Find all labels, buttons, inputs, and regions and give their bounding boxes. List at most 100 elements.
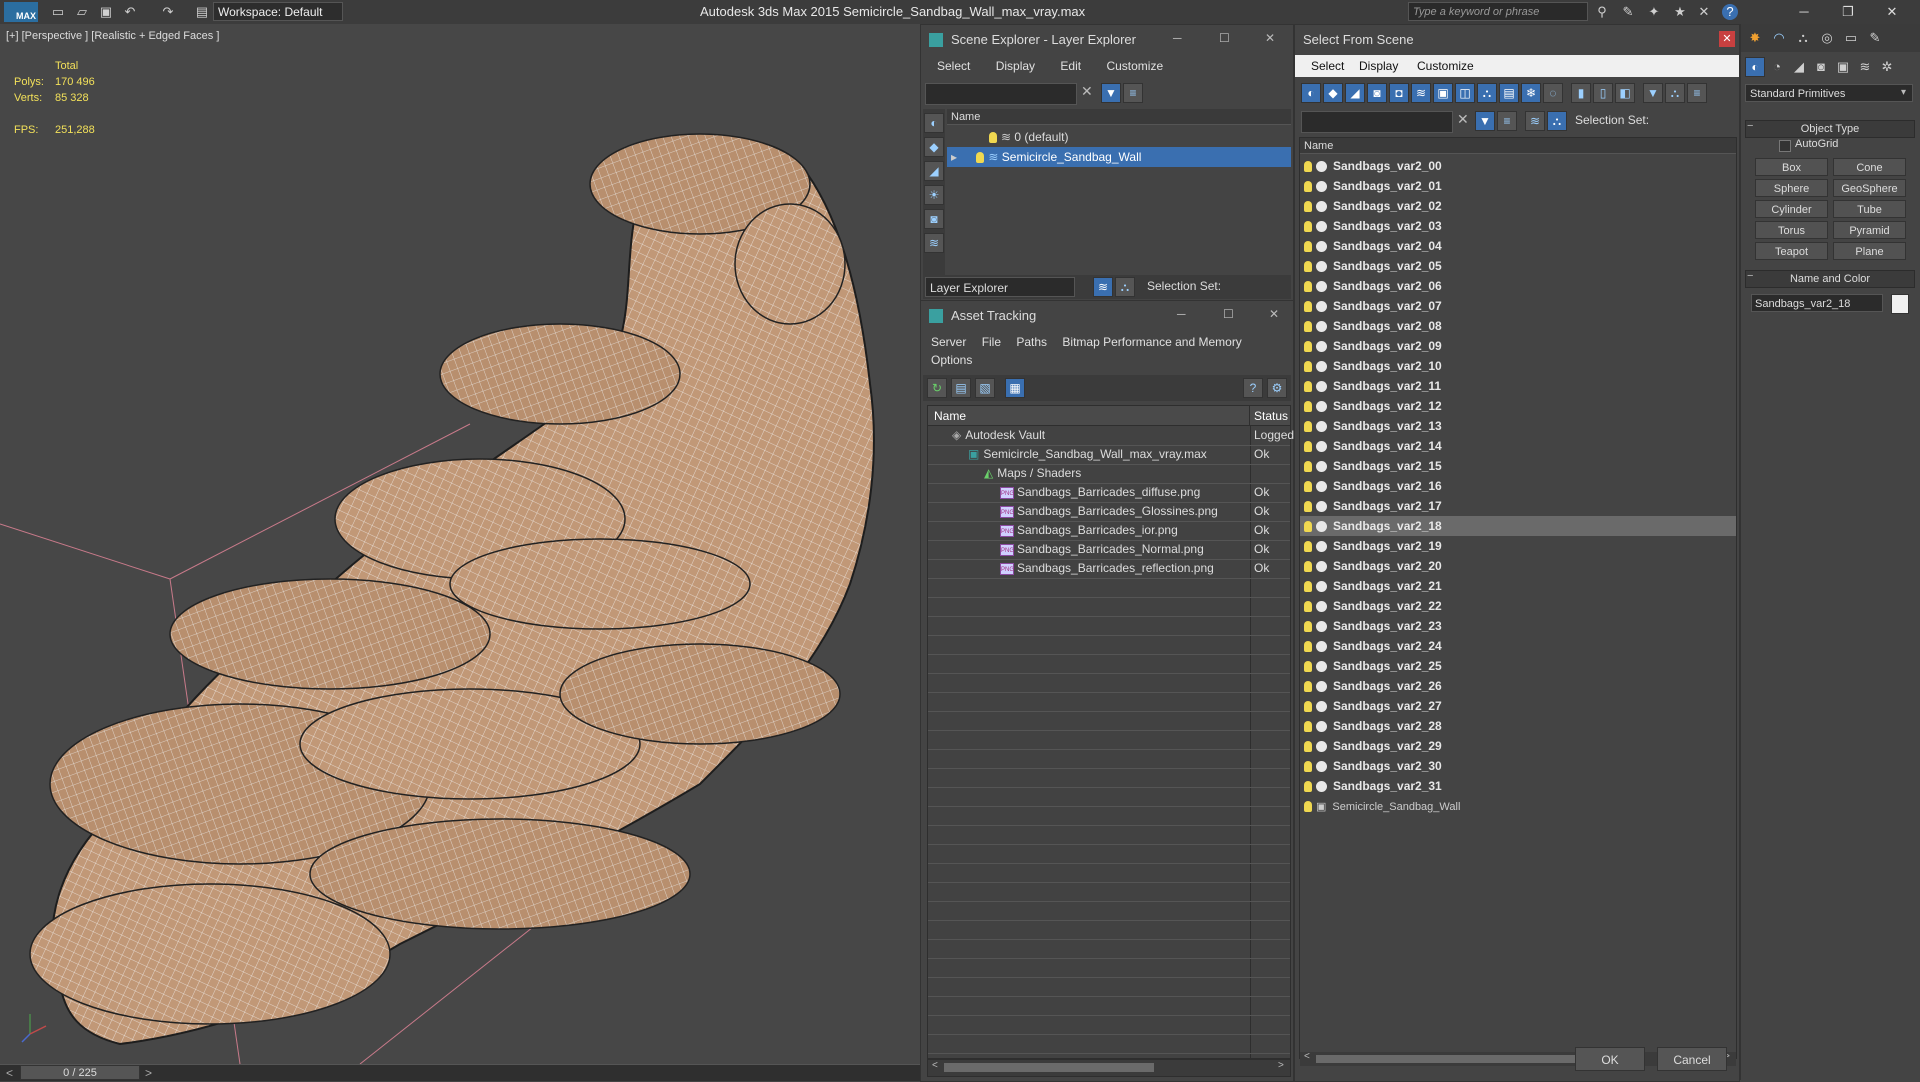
light-bulb-icon[interactable] bbox=[1304, 241, 1312, 253]
maximize-icon[interactable]: ☐ bbox=[1219, 31, 1230, 45]
display-xrefs-icon[interactable]: ◫ bbox=[1455, 83, 1475, 103]
collapse-icon[interactable]: ≡ bbox=[1687, 83, 1707, 103]
help-icon[interactable]: ? bbox=[1722, 4, 1738, 20]
object-name-field[interactable]: Sandbags_var2_18 bbox=[1751, 294, 1883, 312]
object-row[interactable]: Sandbags_var2_03 bbox=[1300, 216, 1736, 236]
light-bulb-icon[interactable] bbox=[1304, 421, 1312, 433]
filter-funnel-icon[interactable]: ▼ bbox=[1475, 111, 1495, 131]
thumbnail-view-icon[interactable]: ▧ bbox=[975, 378, 995, 398]
primitive-type-dropdown[interactable]: Standard Primitives bbox=[1745, 84, 1913, 102]
table-view-icon[interactable]: ▦ bbox=[1005, 378, 1025, 398]
shapes-category-icon[interactable]: ◔ bbox=[1769, 59, 1785, 75]
light-bulb-icon[interactable] bbox=[1304, 281, 1312, 293]
viewport-label[interactable]: [+] [Perspective ] [Realistic + Edged Fa… bbox=[6, 30, 219, 42]
display-frozen-icon[interactable]: ❄ bbox=[1521, 83, 1541, 103]
time-slider[interactable]: < 0 / 225 > bbox=[0, 1064, 920, 1081]
display-spacewarps-icon[interactable]: ≋ bbox=[1411, 83, 1431, 103]
display-shapes-icon[interactable]: ◆ bbox=[1323, 83, 1343, 103]
object-row[interactable]: Sandbags_var2_18 bbox=[1300, 516, 1736, 536]
object-row[interactable]: Sandbags_var2_15 bbox=[1300, 456, 1736, 476]
light-bulb-icon[interactable] bbox=[1304, 361, 1312, 373]
light-bulb-icon[interactable] bbox=[1304, 481, 1312, 493]
layer-row-sandbag-wall[interactable]: ▸ ≋ Semicircle_Sandbag_Wall bbox=[947, 147, 1291, 167]
cone-button[interactable]: Cone bbox=[1833, 158, 1906, 176]
display-objects-icon[interactable]: ◐ bbox=[924, 113, 944, 133]
tube-button[interactable]: Tube bbox=[1833, 200, 1906, 218]
select-invert-icon[interactable]: ◧ bbox=[1615, 83, 1635, 103]
name-column-header[interactable]: Name bbox=[947, 109, 1291, 125]
object-row[interactable]: Sandbags_var2_29 bbox=[1300, 736, 1736, 756]
object-row[interactable]: Sandbags_var2_12 bbox=[1300, 396, 1736, 416]
display-containers-icon[interactable]: ▤ bbox=[1499, 83, 1519, 103]
light-bulb-icon[interactable] bbox=[1304, 221, 1312, 233]
light-bulb-icon[interactable] bbox=[1304, 801, 1312, 813]
light-bulb-icon[interactable] bbox=[1304, 161, 1312, 173]
menu-select[interactable]: Select bbox=[937, 59, 970, 73]
select-all-icon[interactable]: ▮ bbox=[1571, 83, 1591, 103]
asset-row[interactable]: ◭ Maps / Shaders bbox=[928, 464, 1290, 484]
light-bulb-icon[interactable] bbox=[1304, 621, 1312, 633]
find-input[interactable] bbox=[925, 83, 1077, 105]
object-row[interactable]: Sandbags_var2_09 bbox=[1300, 336, 1736, 356]
light-bulb-icon[interactable] bbox=[1304, 561, 1312, 573]
object-row[interactable]: Sandbags_var2_01 bbox=[1300, 176, 1736, 196]
light-bulb-icon[interactable] bbox=[1304, 541, 1312, 553]
asset-row[interactable]: PNG Sandbags_Barricades_Glossines.png Ok bbox=[928, 502, 1290, 522]
refresh-icon[interactable]: ↻ bbox=[927, 378, 947, 398]
asset-status-header[interactable]: Status bbox=[1250, 406, 1290, 426]
time-slider-thumb[interactable]: 0 / 225 bbox=[20, 1065, 140, 1080]
binoculars-icon[interactable]: ⚲ bbox=[1594, 4, 1610, 20]
menu-edit[interactable]: Edit bbox=[1060, 59, 1081, 73]
explorer-type-dropdown[interactable]: Layer Explorer bbox=[925, 277, 1075, 297]
object-row[interactable]: Sandbags_var2_11 bbox=[1300, 376, 1736, 396]
teapot-button[interactable]: Teapot bbox=[1755, 242, 1828, 260]
light-bulb-icon[interactable] bbox=[1304, 341, 1312, 353]
project-folder-icon[interactable]: ▤ bbox=[194, 4, 210, 20]
new-file-icon[interactable]: ▭ bbox=[50, 4, 66, 20]
layers-filter-icon[interactable]: ≡ bbox=[1497, 111, 1517, 131]
group-row[interactable]: ▣ Semicircle_Sandbag_Wall bbox=[1300, 796, 1736, 816]
help-icon[interactable]: ? bbox=[1243, 378, 1263, 398]
object-row[interactable]: Sandbags_var2_22 bbox=[1300, 596, 1736, 616]
layer-row-default[interactable]: ≋ 0 (default) bbox=[947, 127, 1291, 147]
object-type-rollout[interactable]: Object Type bbox=[1745, 120, 1915, 138]
close-icon[interactable]: ✕ bbox=[1269, 307, 1279, 321]
hierarchy-mode-icon[interactable]: ⛬ bbox=[1115, 277, 1135, 297]
asset-row[interactable]: ▣ Semicircle_Sandbag_Wall_max_vray.max Ok bbox=[928, 445, 1290, 465]
object-row[interactable]: Sandbags_var2_20 bbox=[1300, 556, 1736, 576]
object-row[interactable]: Sandbags_var2_05 bbox=[1300, 256, 1736, 276]
object-row[interactable]: Sandbags_var2_10 bbox=[1300, 356, 1736, 376]
light-bulb-icon[interactable] bbox=[1304, 641, 1312, 653]
open-file-icon[interactable]: ▱ bbox=[74, 4, 90, 20]
object-row[interactable]: Sandbags_var2_00 bbox=[1300, 156, 1736, 176]
filter-icon[interactable]: ▼ bbox=[1643, 83, 1663, 103]
subscription-icon[interactable]: ✦ bbox=[1646, 4, 1662, 20]
light-bulb-icon[interactable] bbox=[1304, 781, 1312, 793]
object-row[interactable]: Sandbags_var2_31 bbox=[1300, 776, 1736, 796]
light-bulb-icon[interactable] bbox=[1304, 401, 1312, 413]
light-bulb-icon[interactable] bbox=[1304, 701, 1312, 713]
select-none-icon[interactable]: ▯ bbox=[1593, 83, 1613, 103]
menu-customize[interactable]: Customize bbox=[1417, 59, 1474, 73]
asset-row[interactable]: PNG Sandbags_Barricades_Normal.png Ok bbox=[928, 540, 1290, 560]
name-and-color-rollout[interactable]: Name and Color bbox=[1745, 270, 1915, 288]
light-bulb-icon[interactable] bbox=[1304, 761, 1312, 773]
box-button[interactable]: Box bbox=[1755, 158, 1828, 176]
display-tab-icon[interactable]: ▭ bbox=[1843, 30, 1859, 46]
light-bulb-icon[interactable] bbox=[1304, 601, 1312, 613]
light-bulb-icon[interactable] bbox=[1304, 721, 1312, 733]
settings-icon[interactable]: ⚙ bbox=[1267, 378, 1287, 398]
rollout-collapse-icon[interactable]: − bbox=[1747, 120, 1753, 132]
light-bulb-icon[interactable] bbox=[1304, 581, 1312, 593]
object-row[interactable]: Sandbags_var2_07 bbox=[1300, 296, 1736, 316]
light-bulb-icon[interactable] bbox=[1304, 181, 1312, 193]
light-bulb-icon[interactable] bbox=[1304, 441, 1312, 453]
light-bulb-icon[interactable] bbox=[989, 132, 997, 144]
save-icon[interactable]: ▣ bbox=[98, 4, 114, 20]
object-row[interactable]: Sandbags_var2_19 bbox=[1300, 536, 1736, 556]
autogrid-checkbox[interactable] bbox=[1779, 140, 1791, 152]
layers-filter-icon[interactable]: ≡ bbox=[1123, 83, 1143, 103]
minimize-button[interactable]: ─ bbox=[1786, 2, 1822, 22]
display-cameras-icon[interactable]: ◙ bbox=[924, 209, 944, 229]
modify-tab-icon[interactable]: ◠ bbox=[1771, 30, 1787, 46]
